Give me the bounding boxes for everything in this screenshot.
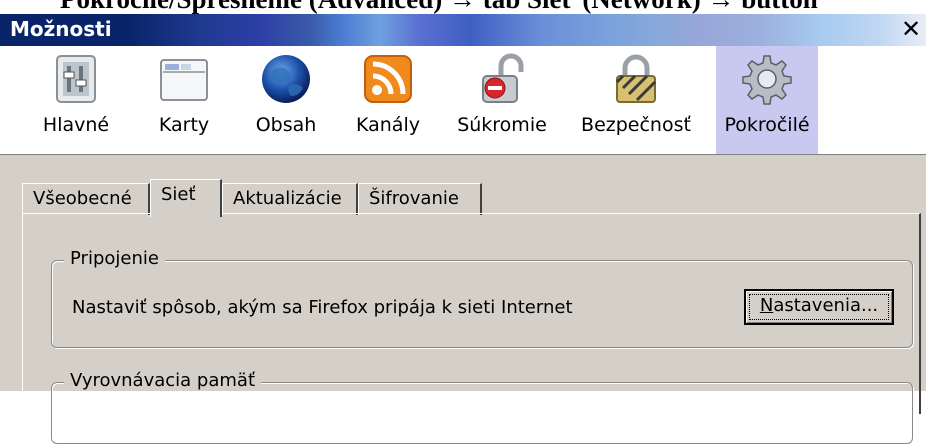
main-switch-icon <box>56 55 96 103</box>
caption-text: Pokročilé/Spresnenie (Advanced) → tab Si… <box>60 0 818 15</box>
tool-advanced[interactable]: Pokročilé <box>716 46 818 154</box>
tool-feeds[interactable]: Kanály <box>352 46 424 154</box>
close-icon[interactable]: ✕ <box>898 15 924 43</box>
connection-legend: Pripojenie <box>64 248 165 269</box>
tool-label: Pokročilé <box>724 114 810 136</box>
dialog-content: Všeobecné Sieť Aktualizácie Šifrovanie P… <box>0 155 926 444</box>
tool-tabs[interactable]: Karty <box>152 46 216 154</box>
tab-network[interactable]: Sieť <box>150 179 222 217</box>
cache-group: Vyrovnávacia pamäť <box>51 370 913 444</box>
tab-panel-network: Pripojenie Nastaviť spôsob, akým sa Fire… <box>22 213 921 444</box>
connection-group: Pripojenie Nastaviť spôsob, akým sa Fire… <box>51 248 913 348</box>
tab-encryption[interactable]: Šifrovanie <box>358 183 482 215</box>
tool-label: Kanály <box>356 114 420 136</box>
cache-legend: Vyrovnávacia pamäť <box>64 370 262 391</box>
tool-label: Hlavné <box>42 114 110 136</box>
tool-label: Karty <box>158 114 210 136</box>
tool-main[interactable]: Hlavné <box>36 46 116 154</box>
connection-description: Nastaviť spôsob, akým sa Firefox pripája… <box>72 297 573 318</box>
title-bar: Možnosti ✕ <box>0 14 926 46</box>
focus-ring <box>749 294 889 320</box>
options-toolbar: Hlavné Karty Obsah Kanály Súkromie Bezpe… <box>0 46 926 155</box>
globe-icon <box>262 55 310 103</box>
gear-icon <box>742 55 792 105</box>
connection-settings-button[interactable]: Nastavenia... <box>744 289 894 325</box>
tab-general[interactable]: Všeobecné <box>22 183 150 215</box>
privacy-lock-icon <box>482 53 524 103</box>
tool-security[interactable]: Bezpečnosť <box>580 46 692 154</box>
tool-content[interactable]: Obsah <box>248 46 324 154</box>
security-padlock-icon <box>615 54 657 103</box>
tab-updates[interactable]: Aktualizácie <box>222 183 358 215</box>
tool-label: Obsah <box>255 114 317 136</box>
tool-label: Súkromie <box>457 114 547 136</box>
rss-feed-icon <box>364 55 412 103</box>
tabs-window-icon <box>160 59 208 101</box>
window-title: Možnosti <box>10 17 112 41</box>
tool-label: Bezpečnosť <box>581 114 691 136</box>
tool-privacy[interactable]: Súkromie <box>454 46 550 154</box>
